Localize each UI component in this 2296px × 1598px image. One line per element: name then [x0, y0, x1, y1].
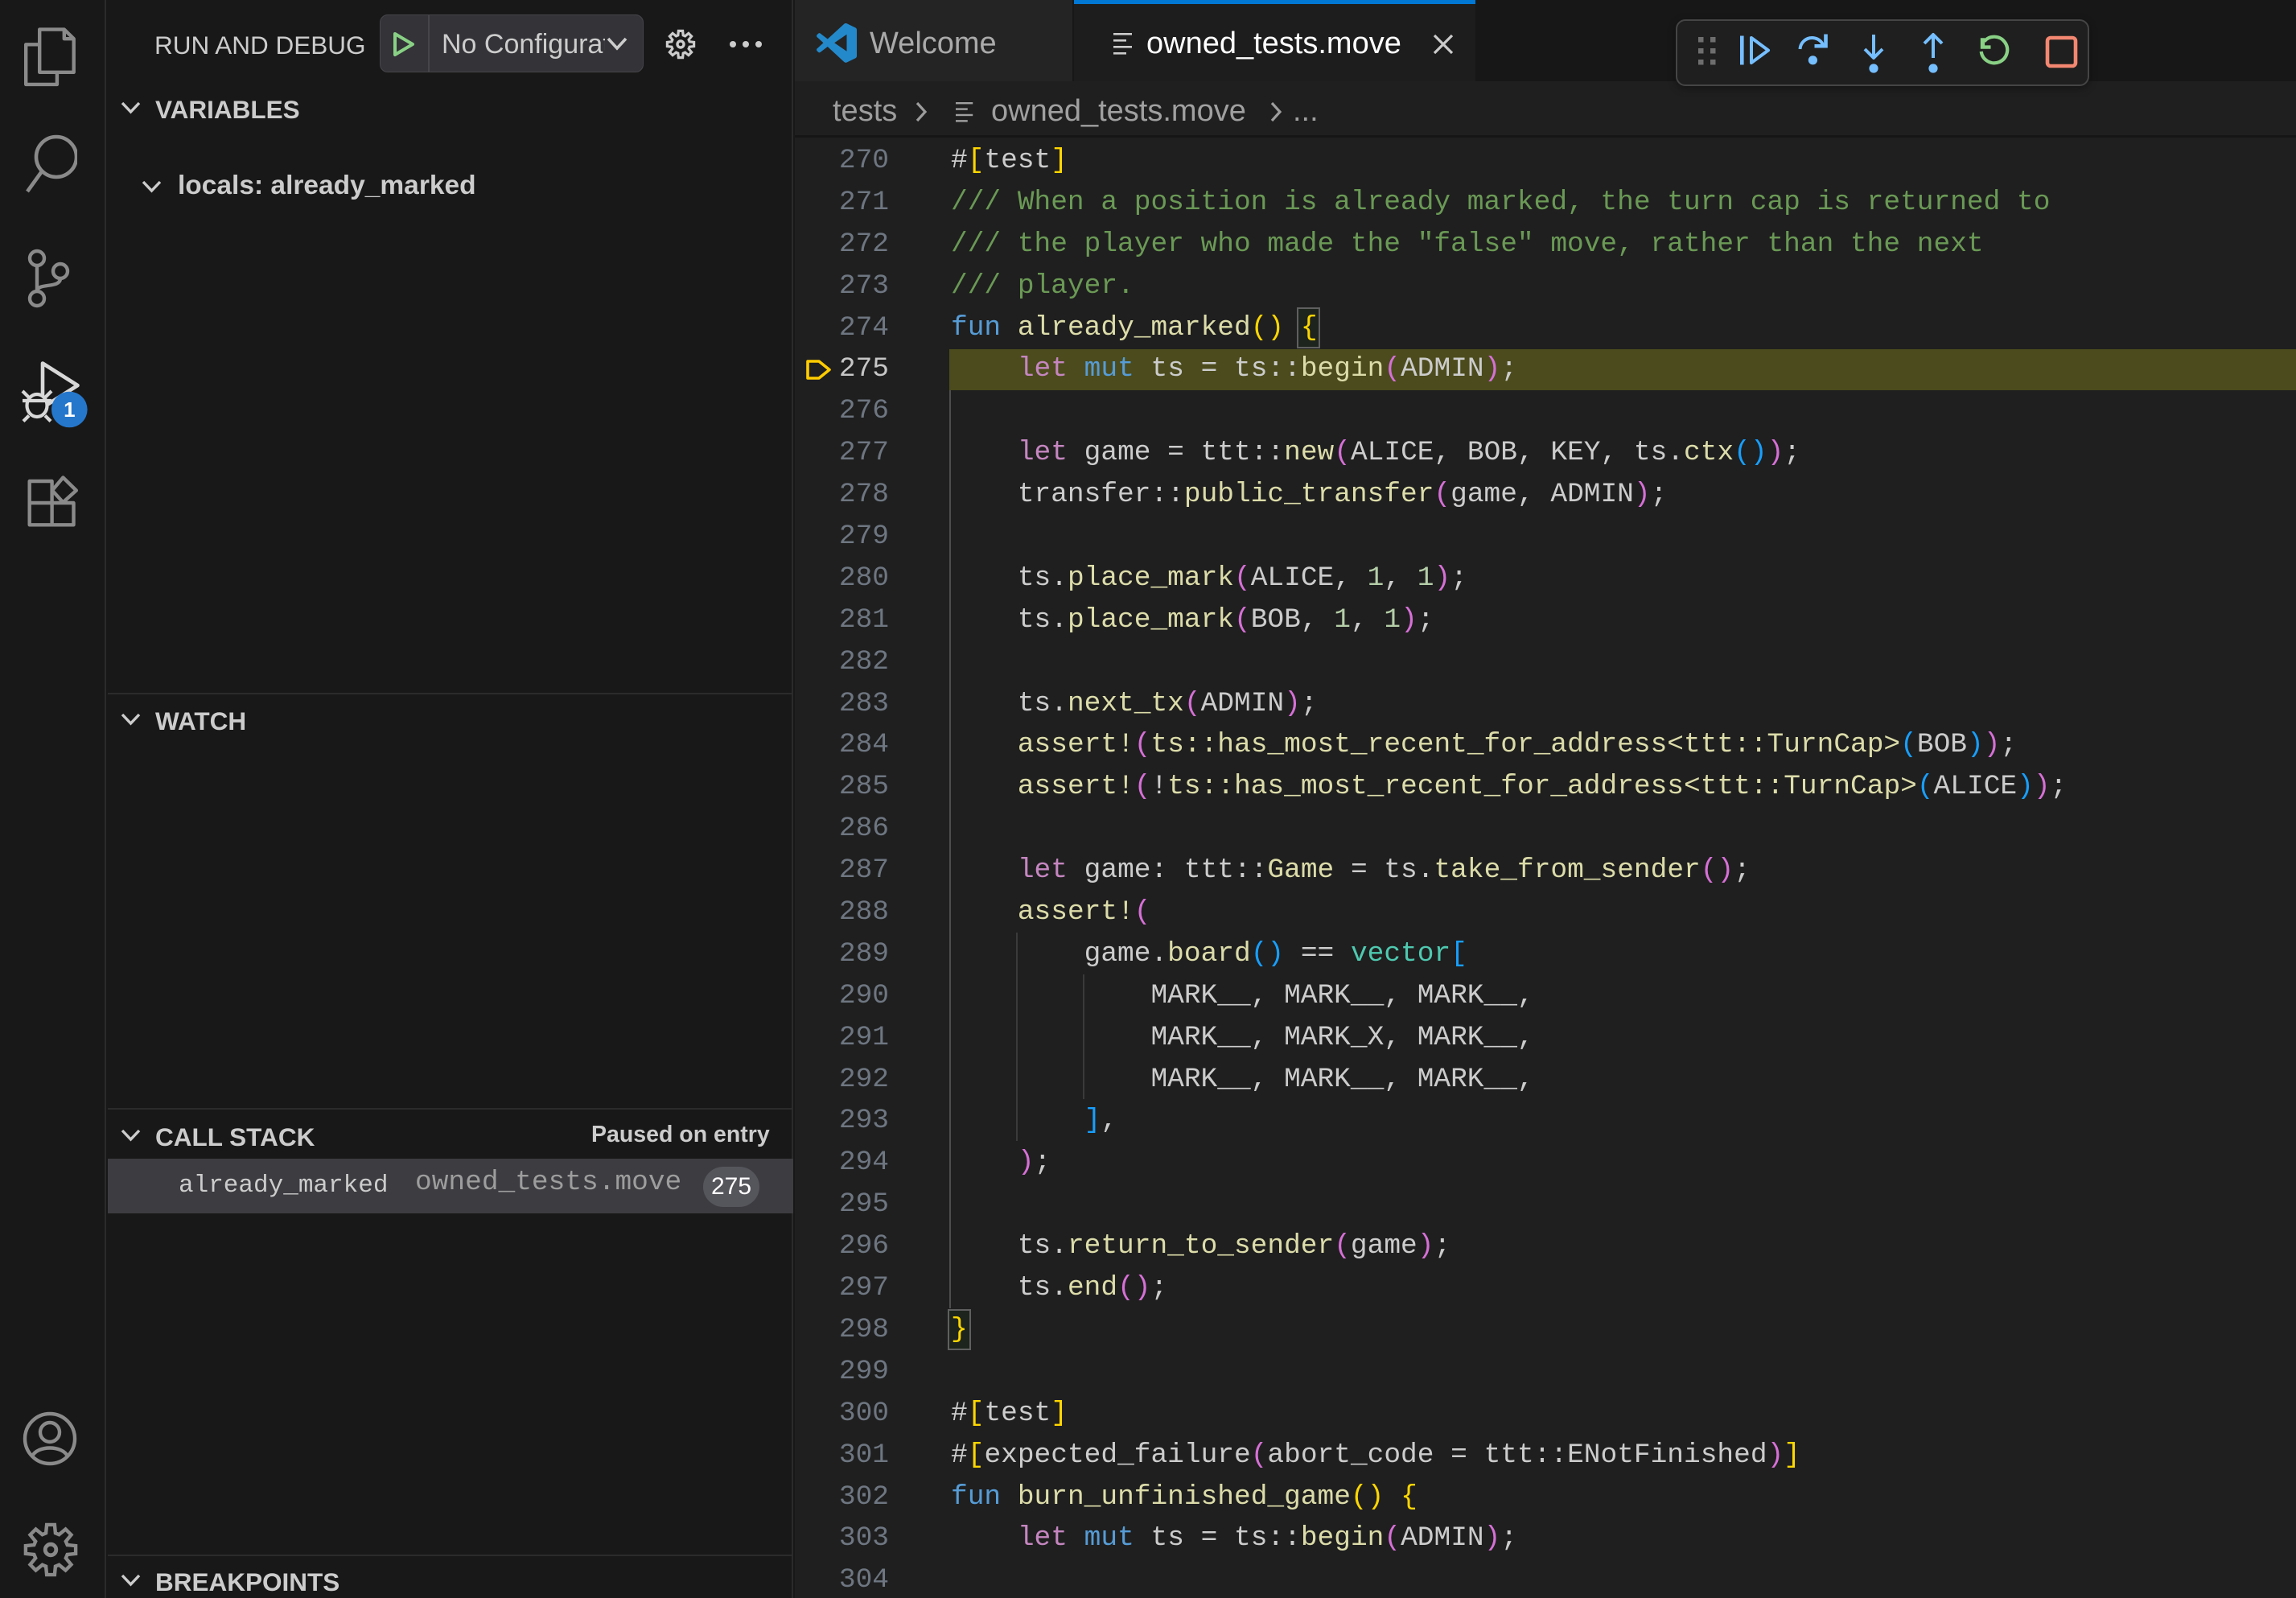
svg-text:1: 1 — [64, 397, 75, 422]
